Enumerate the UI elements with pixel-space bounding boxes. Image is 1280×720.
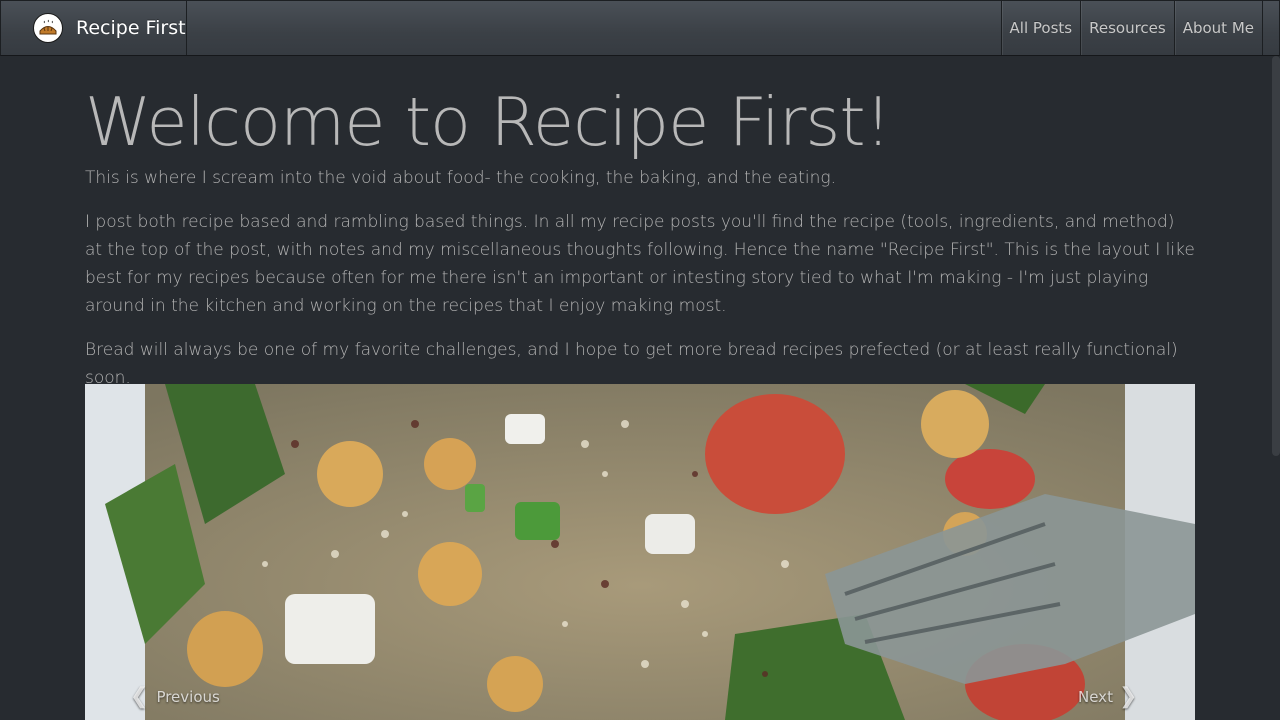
carousel-previous-button[interactable]: ❮ Previous bbox=[130, 680, 220, 714]
chevron-right-icon: ❯ bbox=[1118, 684, 1138, 709]
lead-paragraph: This is where I scream into the void abo… bbox=[85, 168, 837, 188]
carousel-next-button[interactable]: Next ❯ bbox=[1078, 680, 1137, 714]
nav-link-resources[interactable]: Resources bbox=[1080, 1, 1174, 55]
chevron-left-icon: ❮ bbox=[130, 684, 149, 709]
carousel-next-label: Next bbox=[1078, 688, 1113, 706]
carousel-image bbox=[85, 384, 1195, 720]
brand-title: Recipe First bbox=[76, 17, 186, 39]
nav-links: All Posts Resources About Me bbox=[1000, 1, 1263, 55]
carousel-previous-label: Previous bbox=[156, 688, 220, 706]
nav-link-all-posts[interactable]: All Posts bbox=[1000, 1, 1081, 55]
main-content: Welcome to Recipe First! This is where I… bbox=[85, 56, 1195, 392]
page-title: Welcome to Recipe First! bbox=[85, 83, 891, 161]
intro-paragraph: I post both recipe based and rambling ba… bbox=[85, 212, 1195, 316]
nav-link-about-me[interactable]: About Me bbox=[1173, 1, 1263, 55]
brand-link[interactable]: Recipe First bbox=[1, 1, 187, 55]
scrollbar[interactable] bbox=[1272, 56, 1280, 456]
bread-logo-icon bbox=[33, 13, 63, 43]
navbar: Recipe First All Posts Resources About M… bbox=[0, 0, 1280, 56]
